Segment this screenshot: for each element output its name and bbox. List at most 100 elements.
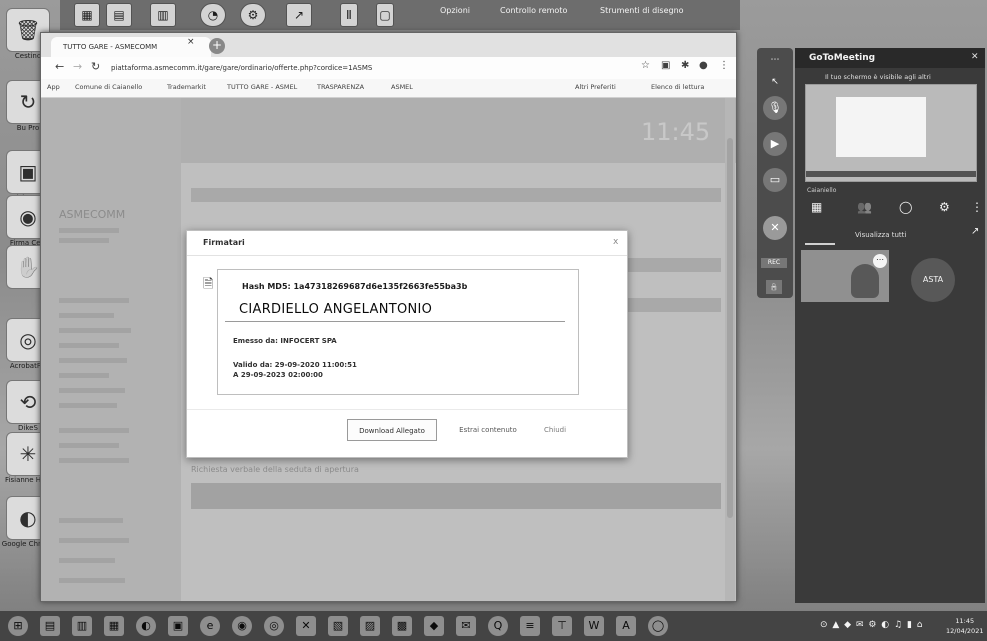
- collapse-icon[interactable]: ↖: [763, 70, 787, 94]
- taskbar-app-icon[interactable]: ≡: [520, 616, 540, 636]
- word-icon[interactable]: W: [584, 616, 604, 636]
- search-icon[interactable]: Q: [488, 616, 508, 636]
- remote-toolbar: ▦ ▤ ▥ ◔ ⚙ ↗ Ⅱ ▢ Opzioni Controllo remoto…: [60, 0, 740, 30]
- dialog-close-icon[interactable]: x: [613, 237, 618, 247]
- grid-view-icon[interactable]: ▦: [811, 200, 822, 214]
- forward-icon[interactable]: →: [73, 60, 82, 73]
- page-content: 11:45 ASMECOMM Richiesta verbale della s…: [41, 98, 736, 601]
- panel-close-icon[interactable]: ✕: [971, 52, 979, 62]
- grid-icon[interactable]: ⋯: [763, 48, 787, 72]
- valid-to-text: A 29-09-2023 02:00:00: [233, 371, 323, 379]
- taskbar: ⊞ ▤ ▥ ▦ ◐ ▣ e ◉ ◎ ✕ ▧ ▨ ▩ ◆ ✉ Q ≡ ⊤ W A …: [0, 611, 987, 641]
- extract-content-button[interactable]: Estrai contenuto: [449, 419, 527, 441]
- taskbar-app-icon[interactable]: ◉: [232, 616, 252, 636]
- menu-icon[interactable]: ⋮: [719, 60, 729, 71]
- divider: [225, 321, 565, 322]
- screen-share-icon[interactable]: ▭: [763, 168, 787, 192]
- bookmark-item[interactable]: Comune di Caianello: [75, 83, 142, 91]
- tab-bar: TUTTO GARE - ASMECOMM × +: [41, 33, 736, 57]
- taskbar-app-icon[interactable]: ▧: [328, 616, 348, 636]
- profile-icon[interactable]: ●: [699, 60, 708, 71]
- extension-icon[interactable]: ▣: [661, 60, 670, 71]
- lock-icon[interactable]: 🔒: [766, 280, 782, 294]
- bookmark-item[interactable]: TUTTO GARE - ASMEL: [227, 83, 297, 91]
- puzzle-icon[interactable]: ✱: [681, 60, 689, 71]
- screen-share-preview: [805, 84, 977, 182]
- tab-underline: [805, 243, 835, 245]
- microphone-icon[interactable]: 🎙: [763, 96, 787, 120]
- certificate-icon: 🗎: [203, 277, 214, 292]
- camera-icon[interactable]: ▶: [763, 132, 787, 156]
- download-attachment-button[interactable]: Download Allegato: [347, 419, 437, 441]
- toolbar-app-icon[interactable]: ▤: [106, 3, 132, 27]
- panel-title[interactable]: GoToMeeting: [809, 53, 875, 63]
- chat-icon[interactable]: ◯: [899, 200, 912, 214]
- bookmark-item[interactable]: Altri Preferiti: [575, 83, 616, 91]
- taskbar-app-icon[interactable]: ▥: [72, 616, 92, 636]
- participant-avatar: [851, 264, 879, 298]
- preview-taskbar: [806, 171, 976, 177]
- edge-icon[interactable]: e: [200, 616, 220, 636]
- taskbar-app-icon[interactable]: ⊤: [552, 616, 572, 636]
- bookmark-item[interactable]: ASMEL: [391, 83, 413, 91]
- screen-share-notice: Il tuo schermo è visibile agli altri: [825, 73, 931, 81]
- toolbar-app-icon[interactable]: ⚙: [240, 3, 266, 27]
- tab-close-icon[interactable]: ×: [187, 37, 195, 47]
- more-icon[interactable]: ⋮: [971, 200, 983, 214]
- pause-icon[interactable]: Ⅱ: [340, 3, 358, 27]
- taskbar-app-icon[interactable]: ▦: [104, 616, 124, 636]
- preview-window: [836, 97, 926, 157]
- signers-dialog: Firmatari x 🗎 Hash MD5: 1a47318269687d6e…: [186, 230, 628, 458]
- back-icon[interactable]: ←: [55, 60, 64, 73]
- taskbar-app-icon[interactable]: ◆: [424, 616, 444, 636]
- taskbar-app-icon[interactable]: ◐: [136, 616, 156, 636]
- bookmark-item[interactable]: TRASPARENZA: [317, 83, 364, 91]
- signer-name: CIARDIELLO ANGELANTONIO: [239, 302, 433, 317]
- toolbar-app-icon[interactable]: ↗: [286, 3, 312, 27]
- menu-remote-control[interactable]: Controllo remoto: [500, 6, 567, 15]
- divider: [187, 409, 627, 410]
- system-clock[interactable]: 11:45 12/04/2021: [946, 616, 983, 636]
- participants-icon[interactable]: 👥: [857, 200, 872, 214]
- pdf-icon[interactable]: A: [616, 616, 636, 636]
- hash-md5: Hash MD5: 1a47318269687d6e135f2663fe55ba…: [242, 282, 468, 291]
- settings-icon[interactable]: ⚙: [939, 200, 950, 214]
- browser-window: TUTTO GARE - ASMECOMM × + ← → ↻ piattafo…: [40, 32, 737, 602]
- toolbar-app-icon[interactable]: ▥: [150, 3, 176, 27]
- dialog-titlebar: [187, 231, 627, 256]
- bookmark-item[interactable]: App: [47, 83, 60, 91]
- bookmark-item[interactable]: Elenco di lettura: [651, 83, 704, 91]
- popout-icon[interactable]: ↗: [971, 226, 979, 237]
- gotomeeting-panel: GoToMeeting ✕ Il tuo schermo è visibile …: [795, 48, 985, 603]
- taskbar-app-icon[interactable]: ▨: [360, 616, 380, 636]
- new-tab-button[interactable]: +: [209, 38, 225, 54]
- close-button[interactable]: Chiudi: [535, 419, 575, 441]
- menu-options[interactable]: Opzioni: [440, 6, 470, 15]
- taskbar-app-icon[interactable]: ◎: [264, 616, 284, 636]
- more-options-icon[interactable]: ⋯: [873, 254, 887, 268]
- dialog-title: Firmatari: [203, 238, 245, 247]
- screen-icon[interactable]: ▢: [376, 3, 394, 27]
- url-field[interactable]: piattaforma.asmecomm.it/gare/gare/ordina…: [111, 61, 631, 75]
- menu-drawing-tools[interactable]: Strumenti di disegno: [600, 6, 684, 15]
- valid-from-text: Valido da: 29-09-2020 11:00:51: [233, 361, 357, 369]
- taskbar-app-icon[interactable]: ✉: [456, 616, 476, 636]
- toolbar-app-icon[interactable]: ▦: [74, 3, 100, 27]
- organizer-label: Caianiello: [807, 187, 837, 194]
- star-icon[interactable]: ☆: [641, 60, 650, 71]
- taskbar-app-icon[interactable]: ▩: [392, 616, 412, 636]
- taskbar-app-icon[interactable]: ◯: [648, 616, 668, 636]
- bookmark-item[interactable]: Trademarkit: [167, 83, 206, 91]
- start-icon[interactable]: ⊞: [8, 616, 28, 636]
- system-tray: ⊙ ▲ ◆ ✉ ⚙ ◐ ♫ ▮ ⌂: [820, 620, 924, 630]
- record-button[interactable]: REC: [761, 258, 787, 268]
- taskbar-app-icon[interactable]: ▤: [40, 616, 60, 636]
- leave-meeting-icon[interactable]: ✕: [763, 216, 787, 240]
- toolbar-app-icon[interactable]: ◔: [200, 3, 226, 27]
- reload-icon[interactable]: ↻: [91, 60, 100, 73]
- taskbar-app-icon[interactable]: ▣: [168, 616, 188, 636]
- taskbar-app-icon[interactable]: ✕: [296, 616, 316, 636]
- participant-tile[interactable]: ASTA: [911, 258, 955, 302]
- address-bar-row: ← → ↻ piattaforma.asmecomm.it/gare/gare/…: [41, 57, 736, 79]
- view-all-dropdown[interactable]: Visualizza tutti: [855, 231, 906, 239]
